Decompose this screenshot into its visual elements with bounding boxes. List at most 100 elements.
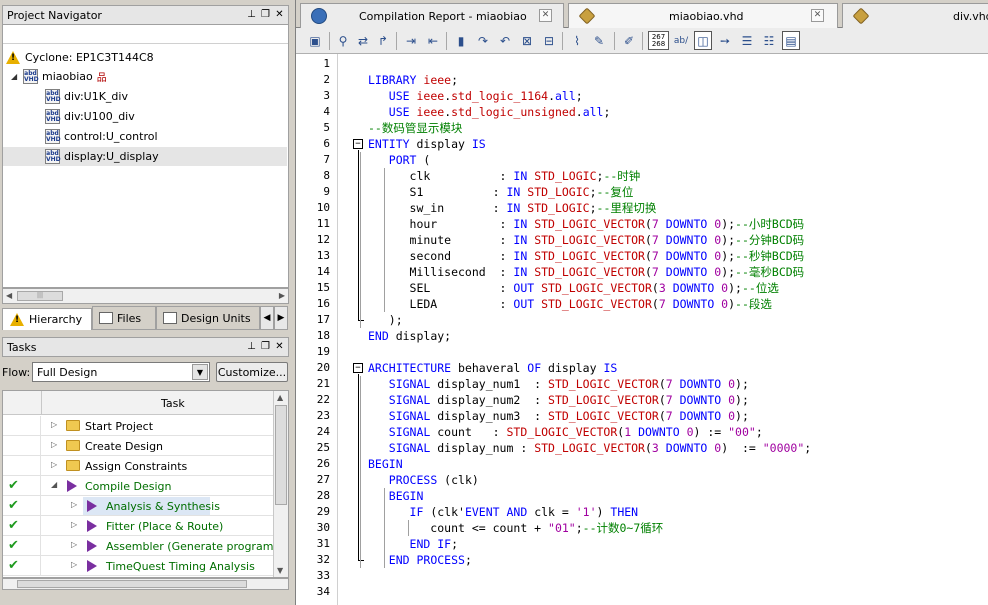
task-row[interactable]: ▷ Assign Constraints — [3, 456, 275, 476]
expand-arrow-icon[interactable]: ▷ — [51, 440, 57, 449]
pin-icon[interactable]: ⊥ — [246, 8, 257, 21]
flow-select[interactable]: Full Design ▼ — [32, 362, 210, 382]
find-icon[interactable]: ⚲ — [334, 31, 352, 50]
scroll-left-icon[interactable]: ◀ — [6, 291, 12, 300]
tasks-vertical-scrollbar[interactable]: ▲ ▼ — [273, 391, 288, 577]
top-entity-row[interactable]: ◢ abd VHD miaobiao 品 — [11, 67, 107, 86]
code-line: hour : IN STD_LOGIC_VECTOR(7 DOWNTO 0);-… — [368, 216, 805, 232]
code-token: Millisecond : — [368, 265, 514, 279]
close-icon[interactable]: ✕ — [274, 8, 285, 21]
block-icon[interactable]: ▤ — [782, 31, 800, 50]
device-row[interactable]: Cyclone: EP1C3T144C8 — [5, 48, 154, 67]
task-status-cell: ✔ — [3, 556, 41, 576]
navigator-horizontal-scrollbar[interactable]: ◀ ||| ▶ — [2, 288, 289, 304]
abc-icon[interactable]: ab/ — [672, 31, 690, 50]
edit-icon[interactable]: ✐ — [620, 31, 638, 50]
task-row-selected[interactable]: ✔ ▷ Analysis & Synthesis — [3, 496, 275, 516]
fold-toggle-icon[interactable]: − — [353, 139, 363, 149]
flow-row: Flow: Full Design ▼ Customize... — [0, 360, 291, 384]
code-token: DOWNTO — [638, 425, 687, 439]
expand-arrow-icon[interactable]: ▷ — [71, 520, 77, 529]
code-token: STD_LOGIC — [527, 185, 590, 199]
scroll-right-icon[interactable]: ▶ — [279, 291, 285, 300]
customize-button[interactable]: Customize... — [216, 362, 288, 382]
restore-icon[interactable]: ❐ — [260, 8, 271, 21]
code-token: END PROCESS — [388, 553, 465, 567]
code-token: STD_LOGIC_VECTOR — [534, 249, 645, 263]
prev-bookmark-icon[interactable]: ↶ — [496, 31, 514, 50]
expand-arrow-icon[interactable]: ▷ — [71, 540, 77, 549]
bookmark-icon[interactable]: ▮ — [452, 31, 470, 50]
code-token: 7 — [665, 393, 673, 407]
find-replace-icon[interactable]: ⇄ — [354, 31, 372, 50]
tab-design-units[interactable]: Design Units — [156, 306, 260, 330]
collapse-arrow-icon[interactable]: ◢ — [51, 480, 57, 489]
tab-hierarchy[interactable]: Hierarchy — [2, 308, 92, 330]
goto-line-icon[interactable]: ↱ — [374, 31, 392, 50]
code-area[interactable]: LIBRARY ieee; USE ieee.std_logic_1164.al… — [360, 54, 988, 605]
code-token: SIGNAL — [388, 393, 438, 407]
uncomment-icon[interactable]: ☷ — [760, 31, 778, 50]
run-icon[interactable] — [67, 480, 77, 492]
tab-scroll-right-icon[interactable]: ▶ — [274, 306, 288, 330]
run-icon[interactable] — [87, 520, 97, 532]
expand-arrow-icon[interactable]: ▷ — [71, 560, 77, 569]
task-row[interactable]: ▷ Create Design — [3, 436, 275, 456]
close-icon[interactable]: ✕ — [274, 340, 285, 353]
task-row[interactable]: ✔ ▷ Fitter (Place & Route) — [3, 516, 275, 536]
tab-div-vhd[interactable]: div.vhd — [842, 3, 988, 28]
scroll-thumb[interactable] — [275, 405, 287, 505]
folder-icon — [66, 460, 80, 471]
split-view-icon[interactable]: ◫ — [694, 31, 712, 50]
run-icon[interactable] — [87, 560, 97, 572]
insert-bookmark-icon[interactable]: ⊟ — [540, 31, 558, 50]
next-bookmark-icon[interactable]: ↷ — [474, 31, 492, 50]
run-icon[interactable] — [87, 540, 97, 552]
code-token: IF — [409, 505, 431, 519]
tab-files[interactable]: Files — [92, 306, 156, 330]
tasks-horizontal-scrollbar[interactable] — [2, 578, 289, 590]
task-row[interactable]: ▷ Start Project — [3, 416, 275, 436]
fold-toggle-icon[interactable]: − — [353, 363, 363, 373]
expand-view-icon[interactable]: ▣ — [306, 31, 324, 50]
template-icon[interactable]: ✎ — [590, 31, 608, 50]
entity-row-selected[interactable]: abd VHD display:U_display — [3, 147, 287, 166]
unindent-icon[interactable]: ⇤ — [424, 31, 442, 50]
pin-icon[interactable]: ⊥ — [246, 340, 257, 353]
attach-icon[interactable]: ⌇ — [568, 31, 586, 50]
code-token: IN — [506, 201, 528, 215]
code-token: SIGNAL — [388, 441, 438, 455]
fold-end — [358, 320, 364, 321]
entity-row[interactable]: abd VHD div:U1K_div — [45, 87, 128, 106]
scroll-thumb[interactable]: ||| — [17, 291, 63, 301]
code-token: display_num1 : — [437, 377, 549, 391]
close-tab-icon[interactable]: ✕ — [539, 9, 552, 22]
entity-row[interactable]: abd VHD control:U_control — [45, 127, 158, 146]
run-icon[interactable] — [87, 500, 97, 512]
line-counter-icon[interactable]: 267 268 — [648, 31, 669, 50]
indent-icon[interactable]: ⇥ — [402, 31, 420, 50]
tab-scroll-left-icon[interactable]: ◀ — [260, 306, 274, 330]
scroll-down-icon[interactable]: ▼ — [277, 566, 283, 575]
navigator-tabs: Hierarchy Files Design Units ◀ ▶ — [2, 306, 289, 330]
expand-arrow-icon[interactable]: ▷ — [51, 420, 57, 429]
task-row[interactable]: ✔ ▷ TimeQuest Timing Analysis — [3, 556, 275, 576]
entity-row[interactable]: abd VHD div:U100_div — [45, 107, 135, 126]
expand-arrow-icon[interactable]: ▷ — [51, 460, 57, 469]
close-tab-icon[interactable]: ✕ — [811, 9, 824, 22]
task-row[interactable]: ✔ ◢ Compile Design — [3, 476, 275, 496]
restore-icon[interactable]: ❐ — [260, 340, 271, 353]
comment-icon[interactable]: ☰ — [738, 31, 756, 50]
task-row[interactable]: ✔ ▷ Assembler (Generate programming — [3, 536, 288, 556]
clear-bookmarks-icon[interactable]: ⊠ — [518, 31, 536, 50]
goto-arrow-icon[interactable]: ➙ — [716, 31, 734, 50]
tab-compilation-report[interactable]: Compilation Report - miaobiao ✕ — [300, 3, 564, 28]
dropdown-arrow-icon[interactable]: ▼ — [192, 364, 208, 380]
collapse-arrow-icon[interactable]: ◢ — [11, 72, 19, 81]
expand-arrow-icon[interactable]: ▷ — [71, 500, 77, 509]
scroll-thumb[interactable] — [17, 580, 247, 588]
tab-miaobiao-vhd[interactable]: miaobiao.vhd ✕ — [568, 3, 838, 28]
scroll-up-icon[interactable]: ▲ — [277, 393, 283, 402]
hierarchy-tab-icon — [9, 312, 25, 327]
